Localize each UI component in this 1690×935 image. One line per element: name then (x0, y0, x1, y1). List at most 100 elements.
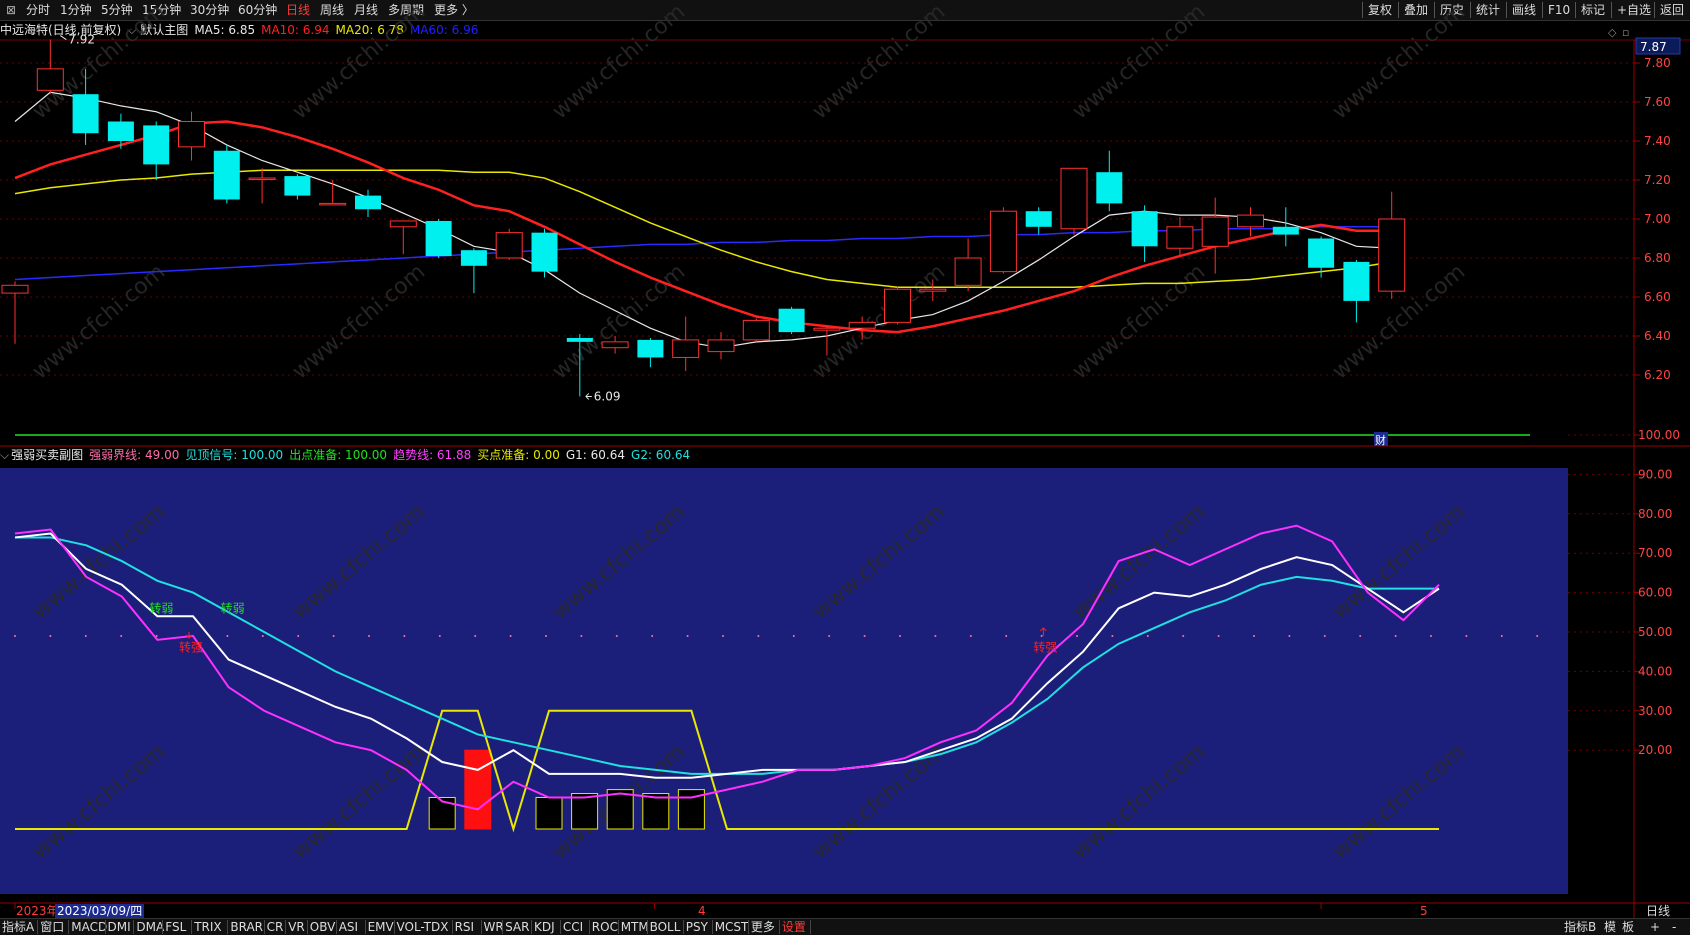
candle-body (1378, 218, 1406, 292)
indicator-tab-17[interactable]: KDJ (534, 920, 555, 934)
chart-canvas[interactable]: www.cfchi.com www.cfchi.com www.cfchi.com w… (0, 0, 1690, 934)
indicator-tab-11[interactable]: ASI (339, 920, 358, 934)
indicator-tab-10[interactable]: OBV (310, 920, 336, 934)
indicator-tab-25[interactable]: 设置 (782, 920, 806, 934)
tab-separator (617, 920, 619, 934)
indicator-area[interactable] (0, 468, 1568, 894)
tab-separator (747, 920, 749, 934)
date-bar: 2023年 2023/03/09/四 4 5 日线 (0, 904, 1690, 918)
indicator-tab-3[interactable]: DMI (108, 920, 131, 934)
candle-body (813, 327, 841, 331)
indicator-tab-22[interactable]: PSY (686, 920, 708, 934)
bottom-right-button-3[interactable]: + (1650, 920, 1660, 934)
threshold-dot (615, 634, 618, 637)
candle-body (1166, 226, 1194, 249)
threshold-dot (14, 634, 16, 637)
bottom-right-button-4[interactable]: - (1672, 920, 1676, 934)
indicator-tab-1[interactable]: 窗口 (40, 920, 64, 934)
threshold-dot (1536, 634, 1539, 637)
indicator-tab-23[interactable]: MCST (715, 920, 749, 934)
candle-body (954, 257, 982, 286)
signal-label: 转强 (179, 640, 203, 655)
candle-body (1237, 214, 1264, 228)
candle-body (495, 232, 523, 259)
candle-body (1060, 167, 1088, 230)
threshold-dot (828, 634, 831, 637)
indicator-tab-0[interactable]: 指标A (2, 920, 34, 934)
indicator-tab-16[interactable]: SAR (505, 920, 529, 934)
indicator-tab-8[interactable]: CR (267, 920, 284, 934)
indicator-tab-7[interactable]: BRAR (230, 920, 263, 934)
bottom-right-button-1[interactable]: 模 (1604, 920, 1616, 934)
candle-body (1308, 238, 1335, 268)
candle-body (1025, 211, 1052, 227)
indicator-tab-13[interactable]: VOL-TDX (397, 920, 449, 934)
tab-separator (778, 920, 780, 934)
buy-bar (571, 793, 599, 830)
candle[interactable] (495, 228, 523, 260)
indicator-tab-12[interactable]: EMV (368, 920, 394, 934)
candle-body (107, 121, 134, 141)
candle[interactable] (425, 219, 452, 258)
candle-body (248, 177, 276, 181)
candle[interactable] (1060, 167, 1088, 235)
indicator-tab-9[interactable]: VR (288, 920, 305, 934)
panel-expand-icon[interactable]: ▫ (1622, 26, 1629, 39)
indicator-tab-21[interactable]: BOLL (650, 920, 681, 934)
high-arrow-icon (60, 35, 67, 41)
indicator-tick-label: 60.00 (1638, 586, 1672, 600)
bottom-right-button-2[interactable]: 板 (1622, 920, 1634, 934)
candle-body (778, 308, 805, 333)
tab-separator (227, 920, 229, 934)
scroll-up-icon[interactable]: ◇ (1608, 26, 1617, 39)
indicator-tab-6[interactable]: TRIX (194, 920, 221, 934)
indicator-tab-15[interactable]: WR (484, 920, 504, 934)
indicator-tick-label: 40.00 (1638, 664, 1672, 678)
indicator-tick-label: 90.00 (1638, 467, 1672, 481)
candle-body (919, 288, 947, 292)
tab-separator (809, 920, 811, 934)
candle-body (425, 220, 452, 257)
threshold-dot (368, 634, 370, 637)
candle-body (1131, 211, 1158, 247)
tab-separator (451, 920, 453, 934)
tab-separator (335, 920, 337, 934)
candle-body (319, 202, 347, 206)
candle-body (1272, 226, 1299, 235)
bottom-right-button-0[interactable]: 指标B (1564, 920, 1596, 934)
threshold-dot (792, 634, 795, 637)
threshold-dot (1146, 634, 1149, 637)
indicator-tab-18[interactable]: CCI (563, 920, 583, 934)
cursor-date: 2023/03/09/四 (55, 904, 145, 918)
threshold-dot (1288, 634, 1291, 637)
threshold-dot (1359, 634, 1362, 637)
indicator-tab-4[interactable]: DMA (136, 920, 164, 934)
tab-separator (480, 920, 482, 934)
threshold-dot (1111, 634, 1114, 637)
threshold-dot (226, 634, 229, 637)
signal-label: 转弱 (221, 600, 245, 615)
indicator-tab-24[interactable]: 更多 (751, 920, 775, 934)
threshold-dot (1182, 634, 1185, 637)
price-tick-label: 7.00 (1644, 212, 1671, 226)
threshold-dot (686, 634, 689, 637)
indicator-tab-5[interactable]: FSL (165, 920, 186, 934)
indicator-tab-14[interactable]: RSI (455, 920, 475, 934)
candle-body (672, 339, 700, 358)
candle-body (36, 68, 64, 91)
candle[interactable] (778, 306, 805, 335)
threshold-dot (403, 634, 406, 637)
buy-bar (464, 749, 492, 830)
candle[interactable] (884, 287, 911, 325)
indicator-tab-20[interactable]: MTM (621, 920, 649, 934)
candle[interactable] (989, 207, 1017, 274)
threshold-dot (545, 634, 547, 637)
indicator-tab-2[interactable]: MACD (71, 920, 107, 934)
candle-body (742, 319, 770, 341)
candle[interactable] (213, 144, 240, 204)
candle[interactable] (742, 318, 770, 342)
tab-separator (711, 920, 713, 934)
indicator-tab-19[interactable]: ROC (592, 920, 618, 934)
candle[interactable] (531, 228, 558, 278)
threshold-dot (438, 634, 441, 637)
